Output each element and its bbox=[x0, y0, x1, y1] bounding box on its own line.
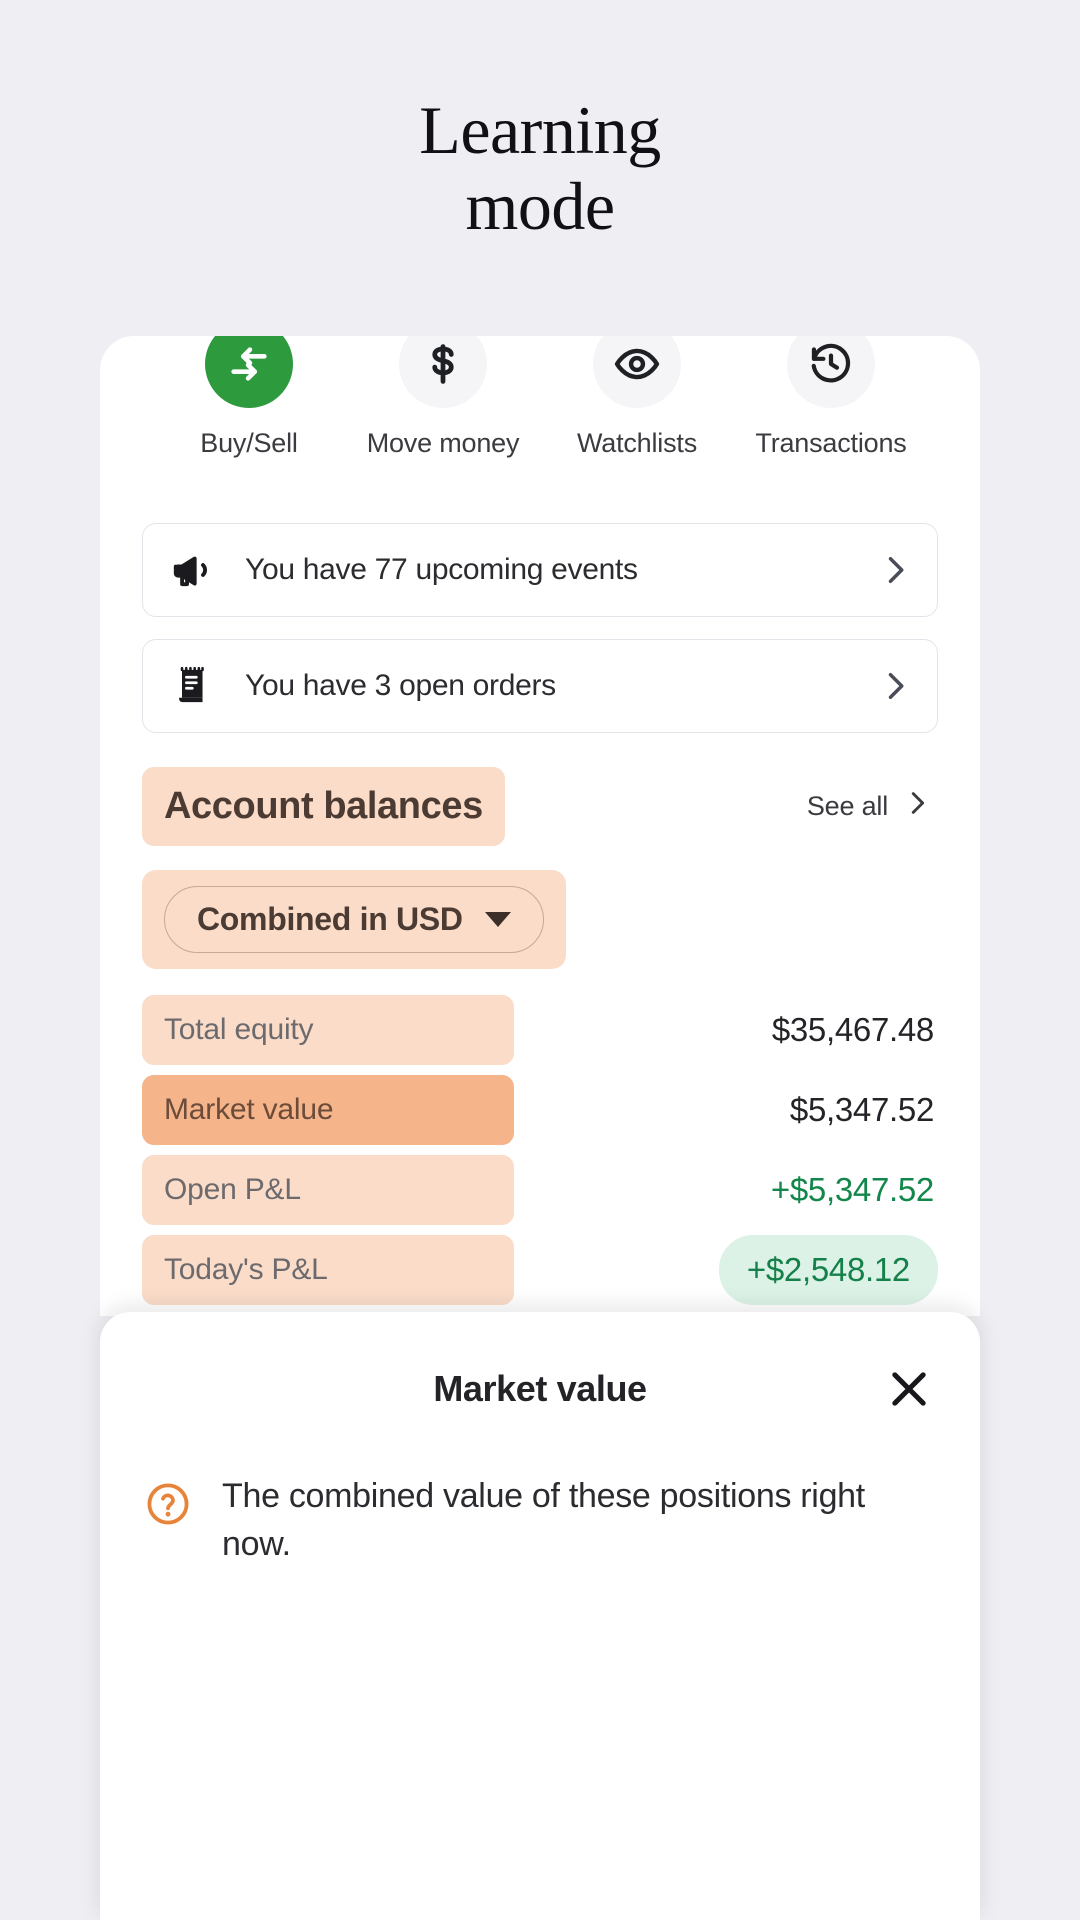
page-title: Learning mode bbox=[419, 92, 661, 245]
quick-action-label: Watchlists bbox=[576, 428, 697, 458]
chevron-down-icon bbox=[484, 912, 511, 927]
balance-label: Total equity bbox=[142, 995, 514, 1065]
account-balances-header: Account balances See all bbox=[142, 767, 938, 846]
balance-label: Market value bbox=[142, 1075, 514, 1145]
quick-action-label: Buy/Sell bbox=[200, 428, 298, 458]
chevron-right-icon bbox=[902, 788, 932, 825]
currency-selector[interactable]: Combined in USD bbox=[164, 886, 544, 953]
balance-value: +$5,347.52 bbox=[770, 1171, 934, 1208]
balance-label: Open P&L bbox=[142, 1155, 514, 1225]
balance-row-todays-pl[interactable]: Today's P&L +$2,548.12 bbox=[142, 1235, 938, 1305]
question-mark-circle-icon bbox=[144, 1472, 192, 1569]
notices-list: You have 77 upcoming events You have 3 o… bbox=[100, 523, 980, 733]
see-all-label: See all bbox=[806, 791, 888, 821]
notice-text: You have 77 upcoming events bbox=[245, 553, 638, 586]
balance-label: Today's P&L bbox=[142, 1235, 514, 1305]
balance-row-open-pl[interactable]: Open P&L +$5,347.52 bbox=[142, 1155, 938, 1225]
chevron-right-icon[interactable] bbox=[877, 668, 913, 704]
transfer-arrows-icon bbox=[205, 336, 293, 408]
notice-upcoming-events[interactable]: You have 77 upcoming events bbox=[142, 523, 938, 617]
megaphone-icon bbox=[167, 544, 219, 596]
info-bottom-sheet: Market value The combined value of these… bbox=[100, 1312, 980, 1920]
see-all-link[interactable]: See all bbox=[807, 788, 938, 825]
balance-rows: Total equity $35,467.48 Market value $5,… bbox=[142, 995, 938, 1305]
currency-selector-highlight: Combined in USD bbox=[142, 870, 566, 969]
notice-text: You have 3 open orders bbox=[245, 669, 556, 702]
notice-open-orders[interactable]: You have 3 open orders bbox=[142, 639, 938, 733]
quick-action-label: Transactions bbox=[755, 428, 907, 458]
bottom-sheet-body: The combined value of these positions ri… bbox=[144, 1472, 936, 1569]
chevron-right-icon[interactable] bbox=[877, 552, 913, 588]
quick-action-watchlists[interactable]: Watchlists bbox=[540, 336, 734, 459]
eye-icon bbox=[593, 336, 681, 408]
balance-row-market-value[interactable]: Market value $5,347.52 bbox=[142, 1075, 938, 1145]
quick-actions-bar: Buy/Sell Move money Watchlists Transacti… bbox=[100, 336, 980, 459]
section-title: Account balances bbox=[164, 785, 483, 827]
balance-value: $5,347.52 bbox=[789, 1091, 934, 1128]
receipt-icon bbox=[167, 660, 219, 712]
balance-value: $35,467.48 bbox=[771, 1011, 934, 1048]
bottom-sheet-description: The combined value of these positions ri… bbox=[222, 1477, 865, 1564]
currency-selector-label: Combined in USD bbox=[197, 901, 463, 937]
bottom-sheet-header: Market value bbox=[144, 1356, 936, 1422]
bottom-sheet-title: Market value bbox=[433, 1368, 647, 1409]
account-balances-title-highlight: Account balances bbox=[142, 767, 505, 846]
balance-row-total-equity[interactable]: Total equity $35,467.48 bbox=[142, 995, 938, 1065]
account-balances-section: Account balances See all Combined in USD… bbox=[100, 767, 980, 1305]
hero-section: Learning mode bbox=[0, 0, 1080, 244]
phone-screen-card: Buy/Sell Move money Watchlists Transacti… bbox=[100, 336, 980, 1316]
history-clock-icon bbox=[787, 336, 875, 408]
quick-action-move-money[interactable]: Move money bbox=[346, 336, 540, 459]
dollar-sign-icon bbox=[399, 336, 487, 408]
balance-value-badge: +$2,548.12 bbox=[718, 1235, 938, 1305]
quick-action-transactions[interactable]: Transactions bbox=[734, 336, 928, 459]
close-icon[interactable] bbox=[882, 1362, 936, 1416]
quick-action-buy-sell[interactable]: Buy/Sell bbox=[152, 336, 346, 459]
quick-action-label: Move money bbox=[366, 428, 520, 458]
